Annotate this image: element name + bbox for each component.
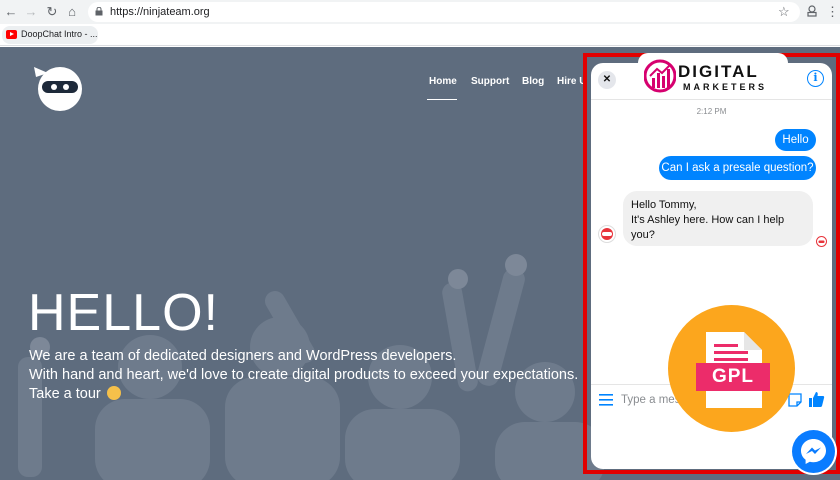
close-chat-button[interactable]: ✕: [598, 71, 616, 89]
sticker-icon[interactable]: [788, 393, 802, 407]
digital-marketers-logo: DIGITAL MARKETERS: [638, 53, 788, 99]
hero-line-3: Take a tour: [29, 385, 589, 404]
reload-icon[interactable]: ↻: [43, 3, 61, 21]
outgoing-message: Can I ask a presale question?: [659, 156, 816, 180]
info-icon[interactable]: i: [807, 70, 824, 87]
forward-arrow-icon[interactable]: →: [22, 3, 40, 21]
brand-title: DIGITAL: [678, 62, 759, 81]
nav-blog[interactable]: Blog: [522, 76, 544, 87]
message-timestamp: 2:12 PM: [696, 107, 727, 116]
url-text: https://ninjateam.org: [110, 6, 210, 18]
seen-avatar-icon: [816, 236, 827, 247]
back-arrow-icon[interactable]: ←: [2, 3, 20, 21]
hero-title: HELLO!: [28, 284, 219, 342]
lock-icon: [95, 7, 103, 16]
ninjateam-logo: [34, 67, 82, 111]
nav-home[interactable]: Home: [429, 76, 457, 87]
gpl-label: GPL: [696, 363, 770, 391]
hero-line-1: We are a team of dedicated designers and…: [29, 348, 457, 364]
address-bar[interactable]: https://ninjateam.org: [88, 2, 800, 22]
brand-chart-icon: [644, 59, 676, 93]
browser-toolbar: ← → ↻ ⌂ https://ninjateam.org ☆ ⋮: [0, 0, 840, 24]
bookmark-label: DoopChat Intro - ...: [21, 29, 98, 39]
browser-menu-icon[interactable]: ⋮: [826, 3, 839, 21]
home-icon[interactable]: ⌂: [63, 3, 81, 21]
youtube-icon: [6, 30, 17, 39]
nav-support[interactable]: Support: [471, 76, 509, 87]
messenger-button[interactable]: [792, 430, 835, 473]
thumbs-up-icon[interactable]: [808, 391, 825, 408]
menu-lines-icon[interactable]: [599, 394, 613, 406]
brand-subtitle: MARKETERS: [683, 82, 768, 92]
outgoing-message: Hello: [775, 129, 816, 151]
wink-emoji-icon: [106, 386, 121, 400]
bookmark-star-icon[interactable]: ☆: [778, 3, 790, 21]
incoming-message: Hello Tommy, It's Ashley here. How can I…: [623, 191, 813, 246]
messenger-icon: [801, 439, 826, 464]
extension-icon[interactable]: [806, 5, 818, 17]
nav-active-underline: [427, 99, 457, 100]
agent-avatar: [598, 225, 616, 243]
take-a-tour-link[interactable]: Take a tour: [29, 386, 101, 402]
hero-description: We are a team of dedicated designers and…: [29, 347, 589, 404]
hero-line-2: With hand and heart, we'd love to create…: [29, 367, 579, 383]
bookmarks-bar: DoopChat Intro - ...: [0, 24, 840, 46]
bookmark-doopchat[interactable]: DoopChat Intro - ...: [2, 26, 98, 44]
